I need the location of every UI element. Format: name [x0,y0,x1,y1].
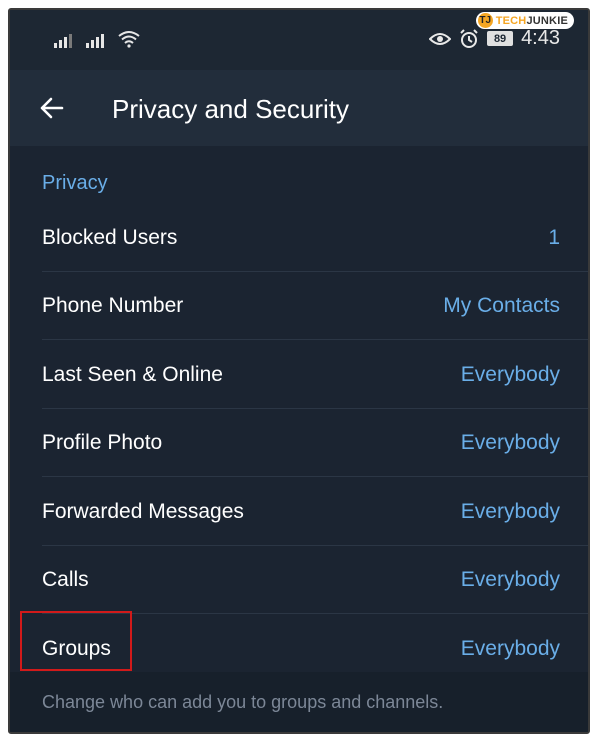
section-footer: Change who can add you to groups and cha… [10,672,588,732]
row-value: Everybody [460,637,560,660]
watermark-logo-icon: TJ [477,13,493,28]
row-forwarded-messages[interactable]: Forwarded Messages Everybody [42,478,588,546]
phone-screen: 89 4:43 TJ TECHJUNKIE Privacy and Securi… [8,8,590,734]
clock: 4:43 [521,27,560,49]
row-calls[interactable]: Calls Everybody [42,546,588,614]
watermark-text: TECHJUNKIE [495,14,568,27]
row-label: Last Seen & Online [42,363,223,386]
page-title: Privacy and Security [112,94,349,124]
row-phone-number[interactable]: Phone Number My Contacts [42,272,588,340]
eye-icon [429,32,452,45]
status-bar: 89 4:43 TJ TECHJUNKIE [10,10,588,70]
section-header-privacy: Privacy [42,172,108,194]
row-label: Profile Photo [42,431,163,454]
row-value: Everybody [460,568,560,591]
row-value: 1 [548,226,560,249]
signal-group [54,30,140,48]
wifi-icon [118,31,140,48]
row-value: My Contacts [443,294,560,317]
battery-icon: 89 [487,31,514,46]
row-blocked-users[interactable]: Blocked Users 1 [42,204,588,272]
row-profile-photo[interactable]: Profile Photo Everybody [42,409,588,477]
app-bar: Privacy and Security [10,70,588,146]
techjunkie-watermark: TJ TECHJUNKIE [475,12,574,29]
row-value: Everybody [460,431,560,454]
alarm-icon [460,28,478,48]
signal-icon [86,32,104,48]
row-value: Everybody [460,500,560,523]
row-label: Phone Number [42,294,184,317]
row-label: Calls [42,568,89,591]
row-last-seen[interactable]: Last Seen & Online Everybody [42,341,588,409]
footer-hint: Change who can add you to groups and cha… [42,692,444,712]
arrow-left-icon[interactable] [38,94,66,122]
status-right: 89 4:43 [429,27,560,50]
groups-highlight-box [20,611,132,671]
row-value: Everybody [460,363,560,386]
signal-icon [54,32,72,48]
row-label: Forwarded Messages [42,500,244,523]
row-label: Blocked Users [42,226,178,249]
